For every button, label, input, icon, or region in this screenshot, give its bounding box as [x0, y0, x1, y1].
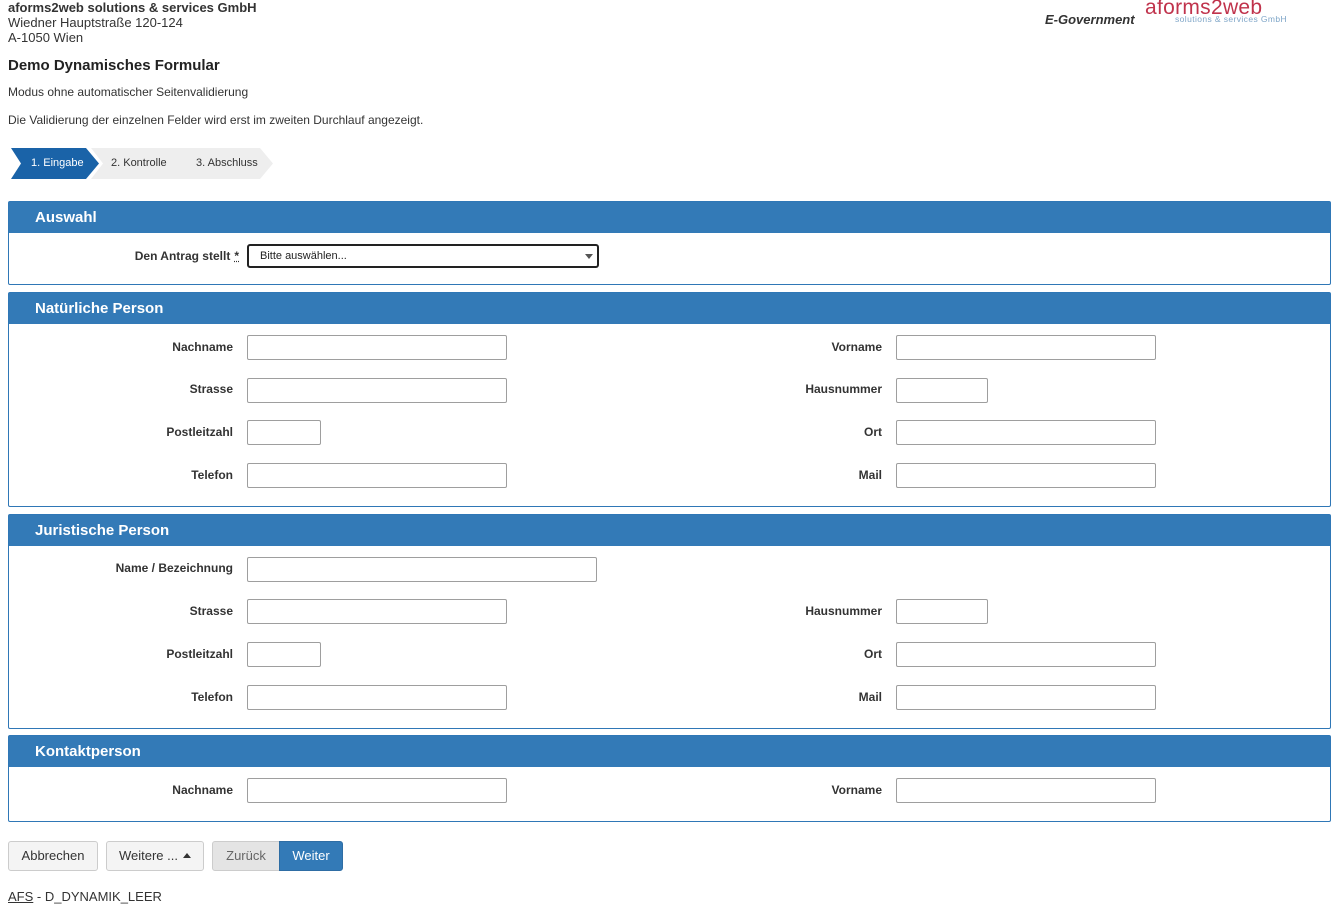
kontakt-nachname-input[interactable]: [247, 778, 507, 803]
next-button[interactable]: Weiter: [279, 841, 343, 871]
ort-input[interactable]: [896, 642, 1156, 667]
page-info: Die Validierung der einzelnen Felder wir…: [8, 113, 424, 127]
name-bezeichnung-input[interactable]: [247, 557, 597, 582]
company-logo: aforms2web solutions & services GmbH: [1145, 0, 1310, 27]
label-postleitzahl: Postleitzahl: [166, 425, 233, 439]
required-marker: *: [234, 249, 239, 263]
label-hausnummer: Hausnummer: [805, 604, 882, 618]
step-kontrolle: 2. Kontrolle: [91, 148, 189, 179]
antrag-label-text: Den Antrag stellt: [134, 249, 231, 263]
form-id: AFS - D_DYNAMIK_LEER: [8, 889, 162, 904]
cancel-button[interactable]: Abbrechen: [8, 841, 98, 871]
label-mail: Mail: [858, 468, 882, 482]
hausnummer-input[interactable]: [896, 599, 988, 624]
antrag-label: Den Antrag stellt *: [69, 249, 239, 263]
label-nachname: Nachname: [172, 340, 233, 354]
step-eingabe: 1. Eingabe: [11, 148, 99, 179]
label-telefon: Telefon: [191, 690, 233, 704]
strasse-input[interactable]: [247, 599, 507, 624]
company-street: Wiedner Hauptstraße 120-124: [8, 15, 183, 30]
panel-juristische-person: Juristische Person Name / Bezeichnung St…: [8, 514, 1331, 729]
mail-input[interactable]: [896, 463, 1156, 488]
label-nachname: Nachname: [172, 783, 233, 797]
company-address: aforms2web solutions & services GmbH Wie…: [8, 0, 257, 45]
more-button[interactable]: Weitere ...: [106, 841, 204, 871]
label-strasse: Strasse: [189, 382, 233, 396]
hausnummer-input[interactable]: [896, 378, 988, 403]
kontakt-vorname-input[interactable]: [896, 778, 1156, 803]
label-vorname: Vorname: [831, 783, 882, 797]
label-ort: Ort: [864, 425, 882, 439]
more-button-label: Weitere ...: [118, 848, 178, 863]
panel-heading-kontakt: Kontaktperson: [9, 736, 1330, 767]
ort-input[interactable]: [896, 420, 1156, 445]
egov-label: E-Government: [1045, 12, 1135, 27]
postleitzahl-input[interactable]: [247, 420, 321, 445]
panel-natuerliche-person: Natürliche Person Nachname Vorname Stras…: [8, 292, 1331, 507]
label-vorname: Vorname: [831, 340, 882, 354]
back-button[interactable]: Zurück: [212, 841, 280, 871]
label-postleitzahl: Postleitzahl: [166, 647, 233, 661]
label-name-bezeichnung: Name / Bezeichnung: [115, 561, 233, 575]
label-ort: Ort: [864, 647, 882, 661]
company-name: aforms2web solutions & services GmbH: [8, 0, 257, 15]
dropdown-arrow-icon: [585, 254, 593, 259]
label-strasse: Strasse: [189, 604, 233, 618]
form-code: - D_DYNAMIK_LEER: [33, 889, 162, 904]
caret-up-icon: [183, 853, 191, 859]
nachname-input[interactable]: [247, 335, 507, 360]
label-telefon: Telefon: [191, 468, 233, 482]
telefon-input[interactable]: [247, 463, 507, 488]
panel-heading-auswahl: Auswahl: [9, 202, 1330, 233]
company-city: A-1050 Wien: [8, 30, 84, 45]
telefon-input[interactable]: [247, 685, 507, 710]
afs-link[interactable]: AFS: [8, 889, 33, 904]
panel-auswahl: Auswahl Den Antrag stellt * Bitte auswähl…: [8, 201, 1331, 285]
antrag-select-value: Bitte auswählen...: [260, 250, 347, 262]
label-hausnummer: Hausnummer: [805, 382, 882, 396]
panel-heading-natuerlich: Natürliche Person: [9, 293, 1330, 324]
vorname-input[interactable]: [896, 335, 1156, 360]
label-mail: Mail: [858, 690, 882, 704]
step-abschluss: 3. Abschluss: [176, 148, 273, 179]
strasse-input[interactable]: [247, 378, 507, 403]
panel-kontaktperson: Kontaktperson Nachname Vorname: [8, 735, 1331, 822]
page-title: Demo Dynamisches Formular: [8, 57, 220, 74]
antrag-select[interactable]: Bitte auswählen...: [247, 244, 599, 268]
panel-heading-juristisch: Juristische Person: [9, 515, 1330, 546]
page-subtitle: Modus ohne automatischer Seitenvalidieru…: [8, 85, 249, 99]
mail-input[interactable]: [896, 685, 1156, 710]
postleitzahl-input[interactable]: [247, 642, 321, 667]
